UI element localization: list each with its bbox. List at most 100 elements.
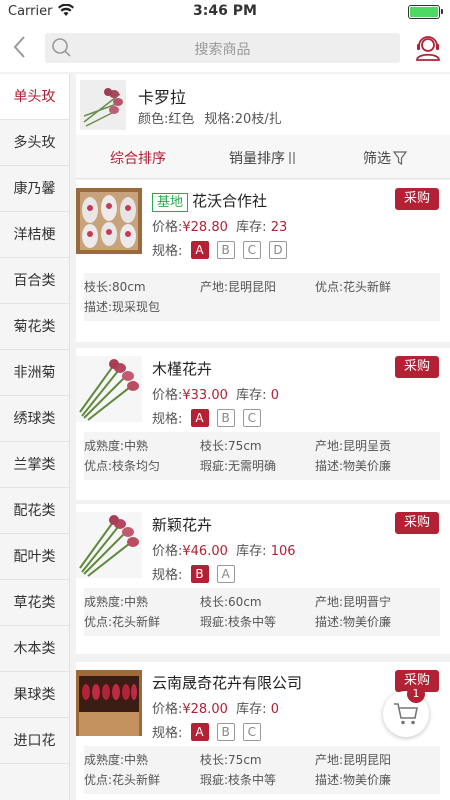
base-tag: 基地 <box>152 193 189 212</box>
stock-label: 库存: <box>236 220 267 235</box>
attribute: 描述:现采现包 <box>84 300 161 314</box>
spec-option[interactable]: C <box>242 240 261 259</box>
listing-image <box>76 670 142 736</box>
attribute-panel: 枝长:80cm 产地:昆明昆阳 优点:花头新鲜 描述:现采现包 <box>84 273 440 321</box>
back-arrow-icon[interactable] <box>6 32 36 62</box>
attribute: 优点:花头新鲜 <box>84 773 161 787</box>
spec-option[interactable]: A <box>216 564 235 583</box>
sort-comprehensive-tab[interactable]: 综合排序 <box>110 148 166 168</box>
filter-button[interactable]: 筛选 <box>363 148 408 168</box>
attribute: 产地:昆明昆阳 <box>315 753 392 767</box>
attribute: 枝长:75cm <box>200 753 262 767</box>
stock-value: 0 <box>270 702 279 717</box>
spec-label: 规格: <box>152 412 183 427</box>
price-label: 价格: <box>152 220 183 235</box>
attribute: 瑕疵:枝条中等 <box>200 615 277 629</box>
category-item[interactable]: 多头玫 <box>0 120 69 166</box>
category-item[interactable]: 配叶类 <box>0 534 69 580</box>
price-value: ¥28.00 <box>182 702 228 717</box>
listing-image <box>76 512 142 578</box>
attribute: 产地:昆明晋宁 <box>315 595 392 609</box>
sort-arrows-icon <box>285 151 297 167</box>
category-item[interactable]: 绣球类 <box>0 396 69 442</box>
spec-row: 规格: A B C D <box>152 240 287 259</box>
product-color: 颜色:红色 <box>138 112 195 127</box>
filter-label: 筛选 <box>363 151 391 167</box>
cart-count-badge: 1 <box>407 685 425 703</box>
buy-button[interactable]: 采购 <box>395 512 439 534</box>
spec-label: 规格: <box>152 726 183 741</box>
attribute: 描述:物美价廉 <box>315 773 392 787</box>
category-item[interactable]: 兰掌类 <box>0 442 69 488</box>
supplier-name: 云南晟奇花卉有限公司 <box>152 674 303 692</box>
battery-icon <box>408 5 443 19</box>
supplier-name: 基地 花沃合作社 <box>152 190 267 212</box>
search-input[interactable]: 搜索商品 <box>45 33 400 63</box>
price-row: 价格:¥46.00 库存: 106 <box>152 540 296 559</box>
category-item[interactable]: 单头玫 <box>0 74 69 120</box>
price-row: 价格:¥33.00 库存: 0 <box>152 384 279 403</box>
listing-card: 基地 花沃合作社 采购 价格:¥28.80 库存: 23 规格: A B C D … <box>76 180 450 342</box>
spec-option[interactable]: B <box>190 564 209 583</box>
listing-card: 新颖花卉 采购 价格:¥46.00 库存: 106 规格: B A 成熟度:中熟… <box>76 504 450 654</box>
spec-option[interactable]: B <box>216 408 235 427</box>
attribute: 瑕疵:无需明确 <box>200 459 277 473</box>
category-item[interactable]: 百合类 <box>0 258 69 304</box>
category-item[interactable]: 配花类 <box>0 488 69 534</box>
stock-value: 106 <box>270 544 296 559</box>
spec-option[interactable]: B <box>216 722 235 741</box>
stock-value: 0 <box>270 388 279 403</box>
price-value: ¥33.00 <box>182 388 228 403</box>
attribute-panel: 成熟度:中熟 枝长:60cm 产地:昆明晋宁 优点:花头新鲜 瑕疵:枝条中等 描述:物美… <box>84 588 440 636</box>
attribute: 枝长:75cm <box>200 439 262 453</box>
category-item[interactable]: 洋桔梗 <box>0 212 69 258</box>
attribute: 产地:昆明昆阳 <box>200 280 277 294</box>
listing-image <box>76 188 142 254</box>
listing-card: 木槿花卉 采购 价格:¥33.00 库存: 0 规格: A B C 成熟度:中熟… <box>76 348 450 500</box>
attribute: 描述:物美价廉 <box>315 615 392 629</box>
attribute: 枝长:60cm <box>200 595 262 609</box>
buy-button[interactable]: 采购 <box>395 188 439 210</box>
category-item[interactable]: 果球类 <box>0 672 69 718</box>
stock-label: 库存: <box>236 702 267 717</box>
price-label: 价格: <box>152 388 183 403</box>
spec-option[interactable]: C <box>242 408 261 427</box>
supplier-name: 新颖花卉 <box>152 516 213 534</box>
attribute: 枝长:80cm <box>84 280 146 294</box>
customer-service-icon[interactable] <box>414 34 442 62</box>
spec-option[interactable]: A <box>190 408 209 427</box>
sort-sales-tab[interactable]: 销量排序 <box>229 148 297 168</box>
attribute: 优点:花头新鲜 <box>315 280 392 294</box>
category-item[interactable]: 非洲菊 <box>0 350 69 396</box>
spec-row: 规格: B A <box>152 564 235 583</box>
stock-label: 库存: <box>236 388 267 403</box>
category-item[interactable]: 进口花 <box>0 718 69 764</box>
sort-bar: 综合排序 销量排序 筛选 <box>76 135 450 179</box>
floating-cart-button[interactable]: 1 <box>383 685 429 737</box>
category-item[interactable]: 木本类 <box>0 626 69 672</box>
attribute-panel: 成熟度:中熟 枝长:75cm 产地:昆明呈贡 优点:枝条均匀 瑕疵:无需明确 描述:物美… <box>84 432 440 480</box>
category-item[interactable]: 菊花类 <box>0 304 69 350</box>
top-nav-bar: 搜索商品 <box>0 24 450 72</box>
stock-value: 23 <box>270 220 288 235</box>
supplier-name: 木槿花卉 <box>152 360 213 378</box>
attribute: 成熟度:中熟 <box>84 595 149 609</box>
spec-option[interactable]: D <box>268 240 287 259</box>
spec-option[interactable]: A <box>190 722 209 741</box>
sort-sales-label: 销量排序 <box>229 151 285 167</box>
spec-label: 规格: <box>152 568 183 583</box>
supplier-label: 花沃合作社 <box>192 192 268 210</box>
spec-option[interactable]: A <box>190 240 209 259</box>
listing-image <box>76 356 142 422</box>
spec-row: 规格: A B C <box>152 408 261 427</box>
stock-label: 库存: <box>236 544 267 559</box>
product-header: 卡罗拉 颜色:红色 规格:20枝/扎 <box>76 74 450 135</box>
buy-button[interactable]: 采购 <box>395 356 439 378</box>
spec-option[interactable]: C <box>242 722 261 741</box>
category-item[interactable]: 康乃馨 <box>0 166 69 212</box>
price-label: 价格: <box>152 544 183 559</box>
spec-option[interactable]: B <box>216 240 235 259</box>
category-item[interactable]: 草花类 <box>0 580 69 626</box>
spec-label: 规格: <box>152 244 183 259</box>
product-spec: 规格:20枝/扎 <box>204 112 282 127</box>
